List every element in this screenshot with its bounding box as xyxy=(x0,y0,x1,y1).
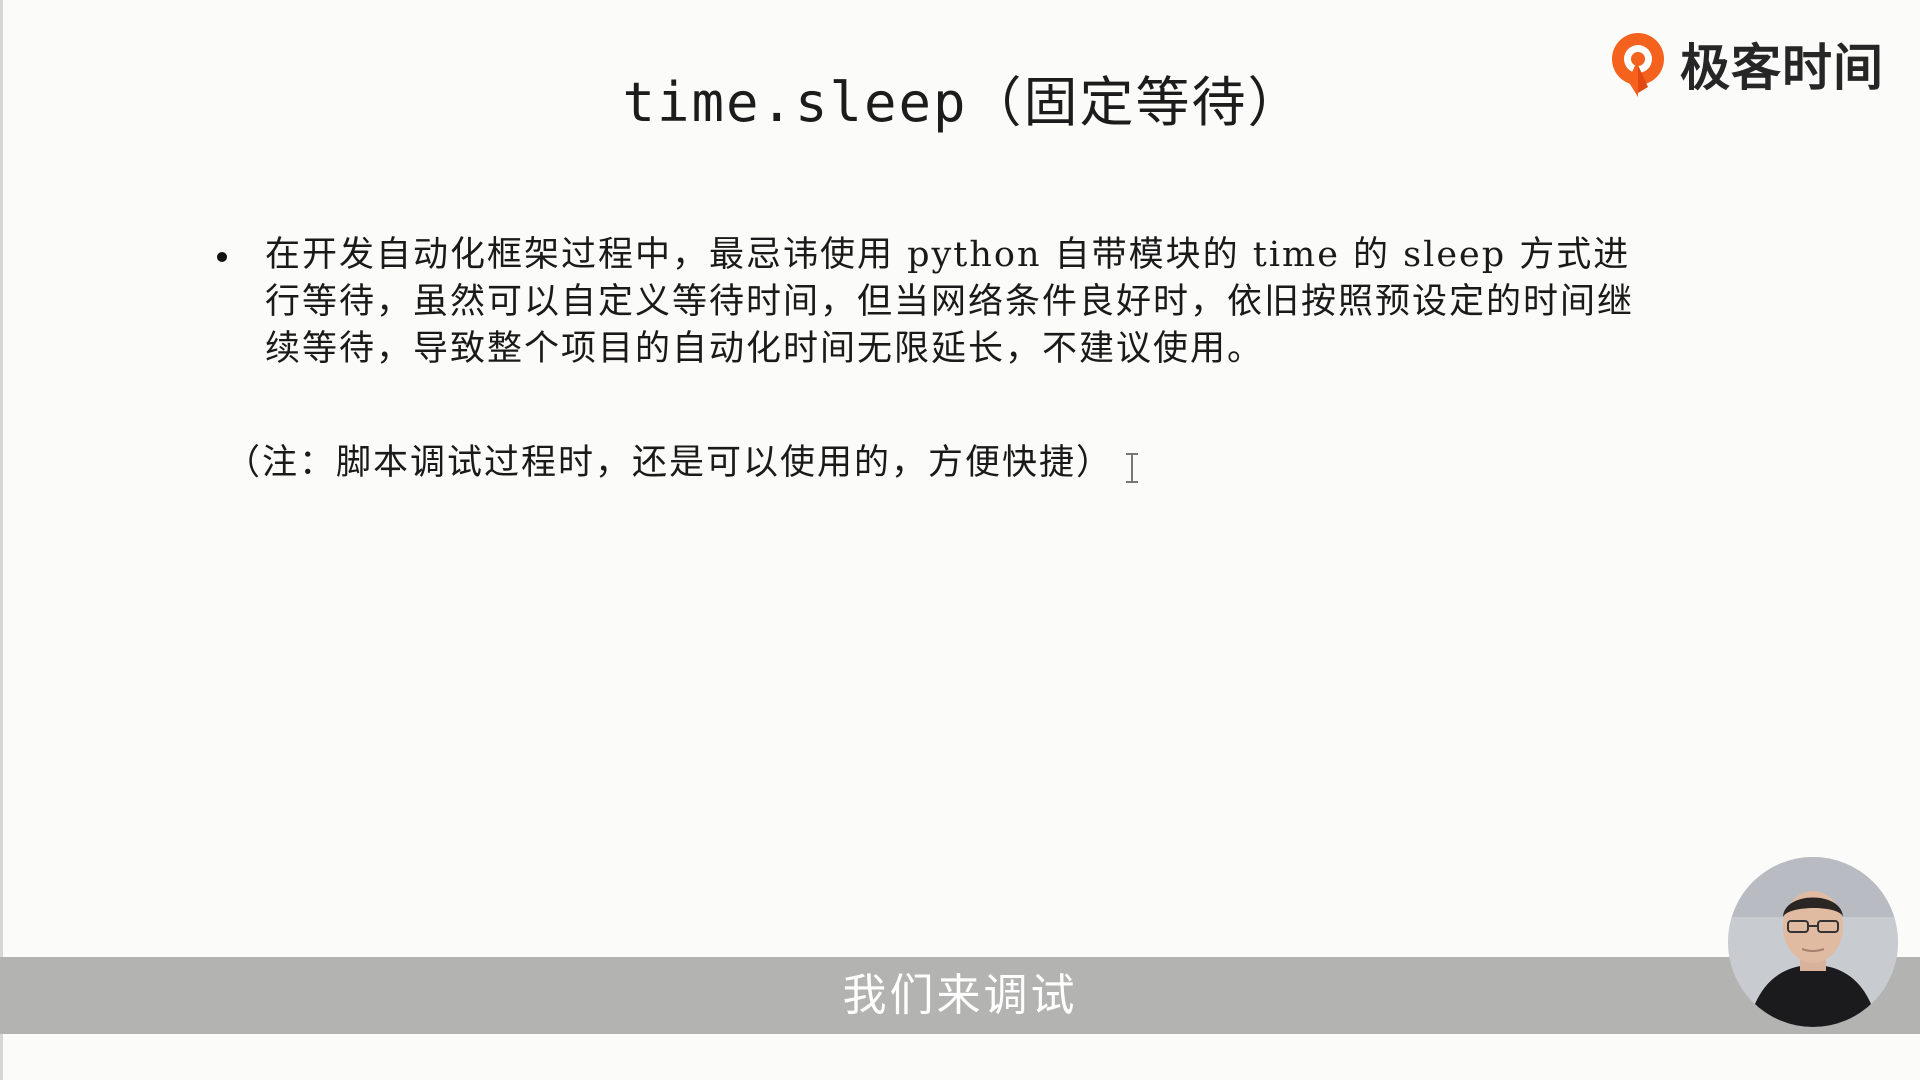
subtitle-text: 我们来调试 xyxy=(842,970,1078,1021)
geektime-logo-icon xyxy=(1608,31,1668,97)
slide: time.sleep（固定等待） 极客时间 在开发自动化框架过程中，最忌讳使用 … xyxy=(0,0,1920,1080)
logo-text: 极客时间 xyxy=(1680,39,1884,97)
text-cursor-icon xyxy=(1123,452,1141,484)
note-line: （注：脚本调试过程时，还是可以使用的，方便快捷） xyxy=(225,434,1141,485)
bullet-dot-icon xyxy=(217,252,227,262)
bullet-item: 在开发自动化框架过程中，最忌讳使用 python 自带模块的 time 的 sl… xyxy=(217,232,1637,373)
presenter-avatar xyxy=(1728,857,1898,1027)
bullet-text: 在开发自动化框架过程中，最忌讳使用 python 自带模块的 time 的 sl… xyxy=(265,235,1635,369)
brand-logo: 极客时间 xyxy=(1608,28,1884,100)
note-text: （注：脚本调试过程时，还是可以使用的，方便快捷） xyxy=(225,443,1114,483)
